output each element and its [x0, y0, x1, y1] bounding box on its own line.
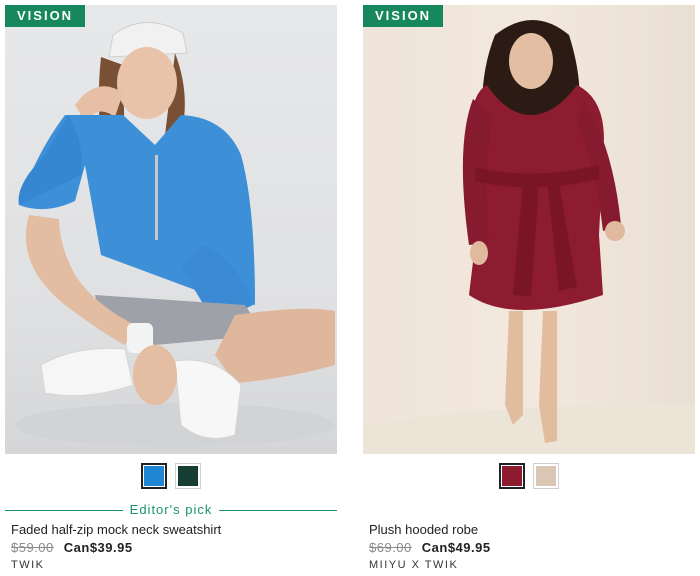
original-price: $59.00 [11, 540, 54, 555]
sale-price: Can$39.95 [63, 540, 133, 555]
robe-model-illustration [363, 20, 695, 454]
swatch-blue[interactable] [141, 463, 167, 489]
swatch-burgundy[interactable] [499, 463, 525, 489]
vision-badge: VISION [5, 5, 86, 27]
sale-price: Can$49.95 [421, 540, 491, 555]
vision-badge: VISION [363, 5, 444, 27]
product-card-robe[interactable]: VISION Plush hooded robe $69.00 Can$49.9… [363, 0, 695, 576]
brand-name: TWIK [11, 559, 45, 571]
product-image[interactable]: VISION [363, 5, 695, 454]
price-block: $69.00 Can$49.95 [369, 540, 491, 555]
sweatshirt-model-illustration [15, 22, 335, 447]
product-title[interactable]: Plush hooded robe [369, 522, 478, 537]
product-card-sweatshirt[interactable]: VISION Editor's pick Faded half-zip mock… [5, 0, 337, 576]
price-block: $59.00 Can$39.95 [11, 540, 133, 555]
swatch-dark-green[interactable] [175, 463, 201, 489]
editors-pick-tag: Editor's pick [5, 502, 337, 518]
original-price: $69.00 [369, 540, 412, 555]
product-image[interactable]: VISION [5, 5, 337, 454]
divider-line [219, 510, 337, 511]
product-title[interactable]: Faded half-zip mock neck sweatshirt [11, 522, 221, 537]
color-swatches [5, 463, 337, 489]
brand-name: MIIYU X TWIK [369, 559, 459, 571]
color-swatches [363, 463, 695, 489]
swatch-beige[interactable] [533, 463, 559, 489]
